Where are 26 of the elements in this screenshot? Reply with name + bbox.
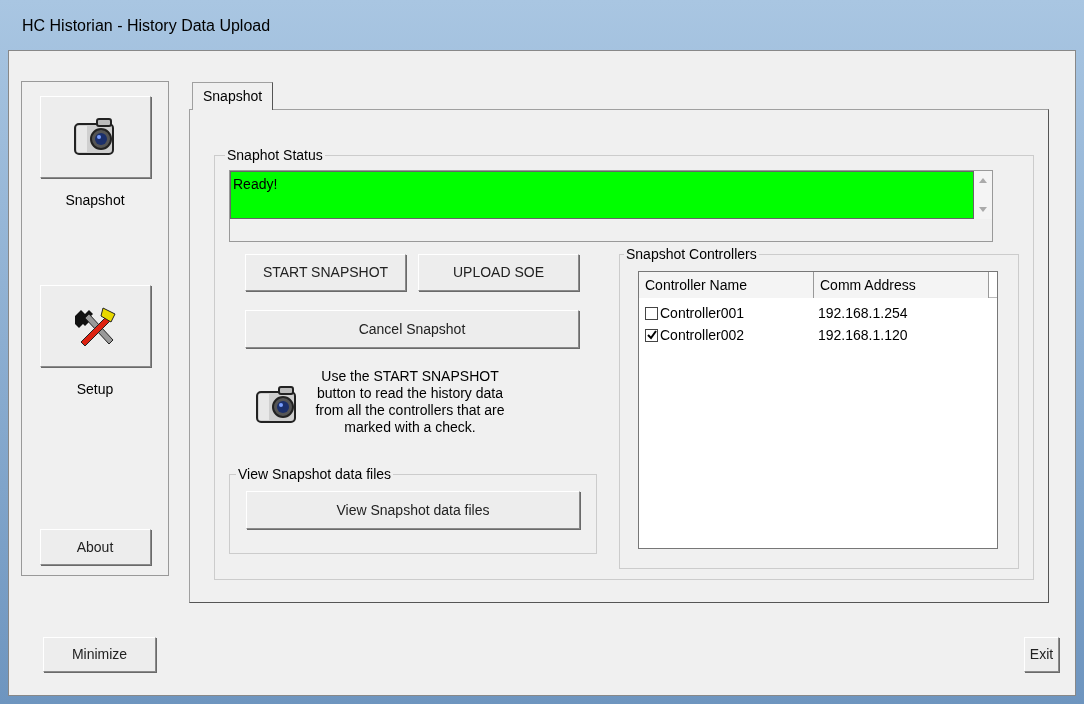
about-button[interactable]: About (39, 529, 151, 565)
tab[interactable]: Snapshot (192, 82, 274, 110)
cancel-button[interactable]: Cancel Snapshot (245, 310, 579, 348)
sidebar-label: Snapshot (65, 191, 125, 210)
action-button[interactable]: UPLOAD SOE (418, 254, 579, 291)
checkbox[interactable] (645, 328, 658, 342)
help-text: Use the START SNAPSHOT button to read the history data from all the controllers that are marked with a check. (315, 368, 505, 436)
checkbox[interactable] (645, 306, 658, 320)
status-text: Ready! (233, 176, 278, 192)
minimize-button[interactable]: Minimize (43, 637, 156, 672)
table-cell-text: Controller002 (660, 325, 745, 345)
group-title: View Snapshot data files (237, 465, 393, 484)
table-cell-text: Controller001 (660, 303, 745, 323)
sidebar-label: Setup (76, 380, 114, 399)
table-cell-text: 192.168.1.120 (817, 325, 908, 345)
view-files-button[interactable]: View Snapshot data files (246, 491, 580, 529)
group-title: Snaphot Status (226, 146, 324, 165)
window-title: HC Historian - History Data Upload (21, 16, 271, 36)
sidebar-button[interactable] (39, 285, 151, 367)
action-button[interactable]: START SNAPSHOT (245, 254, 406, 291)
exit-button[interactable]: Exit (1024, 637, 1059, 672)
table-cell-text: 192.168.1.254 (817, 303, 908, 323)
group-title: Snapshot Controllers (625, 245, 758, 264)
column-header[interactable]: Comm Address (814, 272, 989, 298)
sidebar-button[interactable] (39, 96, 151, 178)
column-header[interactable]: Controller Name (639, 272, 814, 298)
